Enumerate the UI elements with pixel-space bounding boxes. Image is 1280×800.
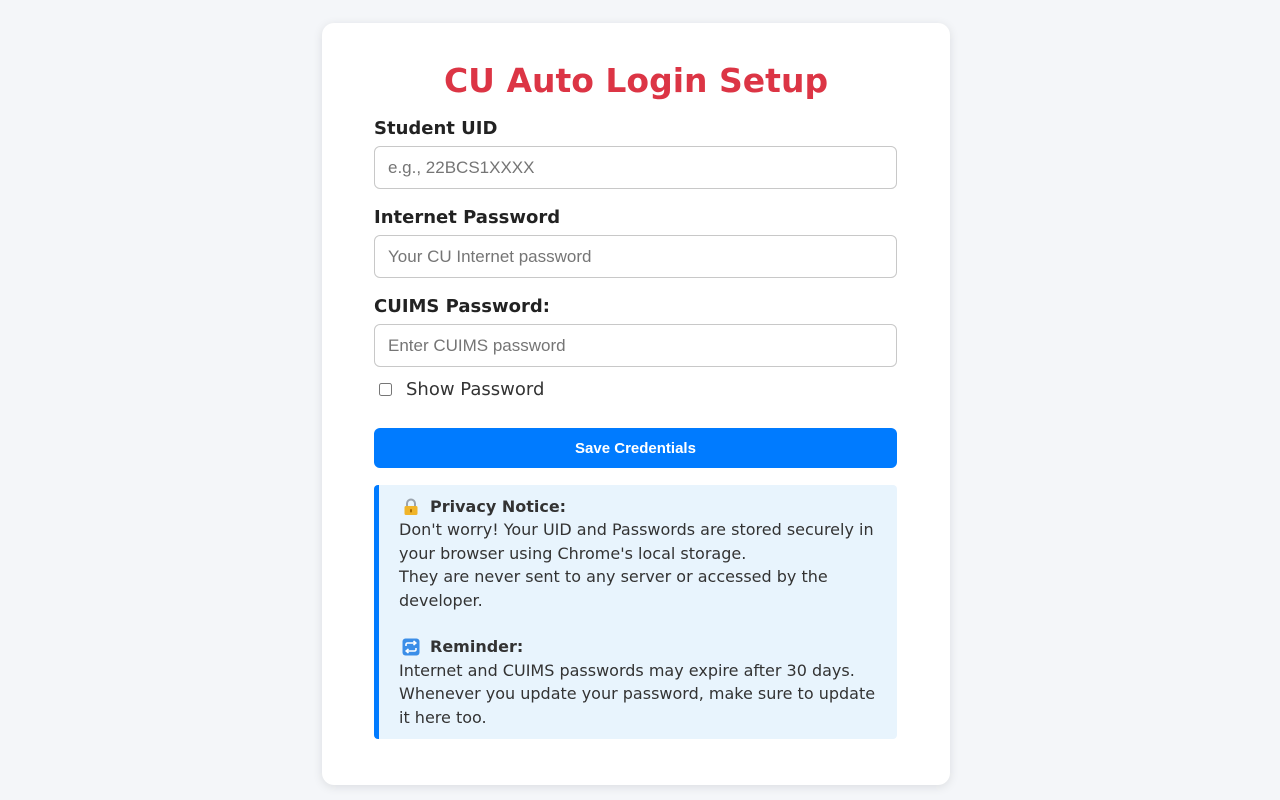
cuims-password-input[interactable]: [374, 324, 897, 367]
repeat-icon: [402, 638, 420, 656]
reminder-text-2: Whenever you update your password, make …: [399, 684, 876, 727]
show-password-checkbox[interactable]: [379, 382, 392, 396]
setup-card: CU Auto Login Setup Student UID Internet…: [322, 23, 950, 785]
show-password-row: Show Password: [374, 377, 898, 401]
privacy-notice-text-1: Don't worry! Your UID and Passwords are …: [399, 520, 874, 563]
save-credentials-button[interactable]: Save Credentials: [374, 428, 897, 468]
internet-password-label: Internet Password: [374, 207, 561, 228]
notice-spacer: [399, 612, 883, 635]
student-uid-input[interactable]: [374, 146, 897, 189]
show-password-label[interactable]: Show Password: [406, 379, 544, 400]
student-uid-label: Student UID: [374, 118, 498, 139]
reminder-text-1: Internet and CUIMS passwords may expire …: [399, 660, 855, 680]
page-title: CU Auto Login Setup: [443, 61, 829, 100]
privacy-notice-title: Privacy Notice:: [430, 497, 567, 516]
privacy-notice-heading: Privacy Notice:: [399, 495, 883, 518]
privacy-notice-box: Privacy Notice: Don't worry! Your UID an…: [374, 485, 897, 740]
cuims-password-label: CUIMS Password:: [374, 296, 550, 317]
lock-icon: [404, 498, 418, 515]
reminder-title: Reminder:: [430, 637, 524, 657]
reminder-heading: Reminder:: [399, 635, 883, 658]
privacy-notice-text-2: They are never sent to any server or acc…: [399, 567, 828, 610]
internet-password-input[interactable]: [374, 235, 897, 278]
